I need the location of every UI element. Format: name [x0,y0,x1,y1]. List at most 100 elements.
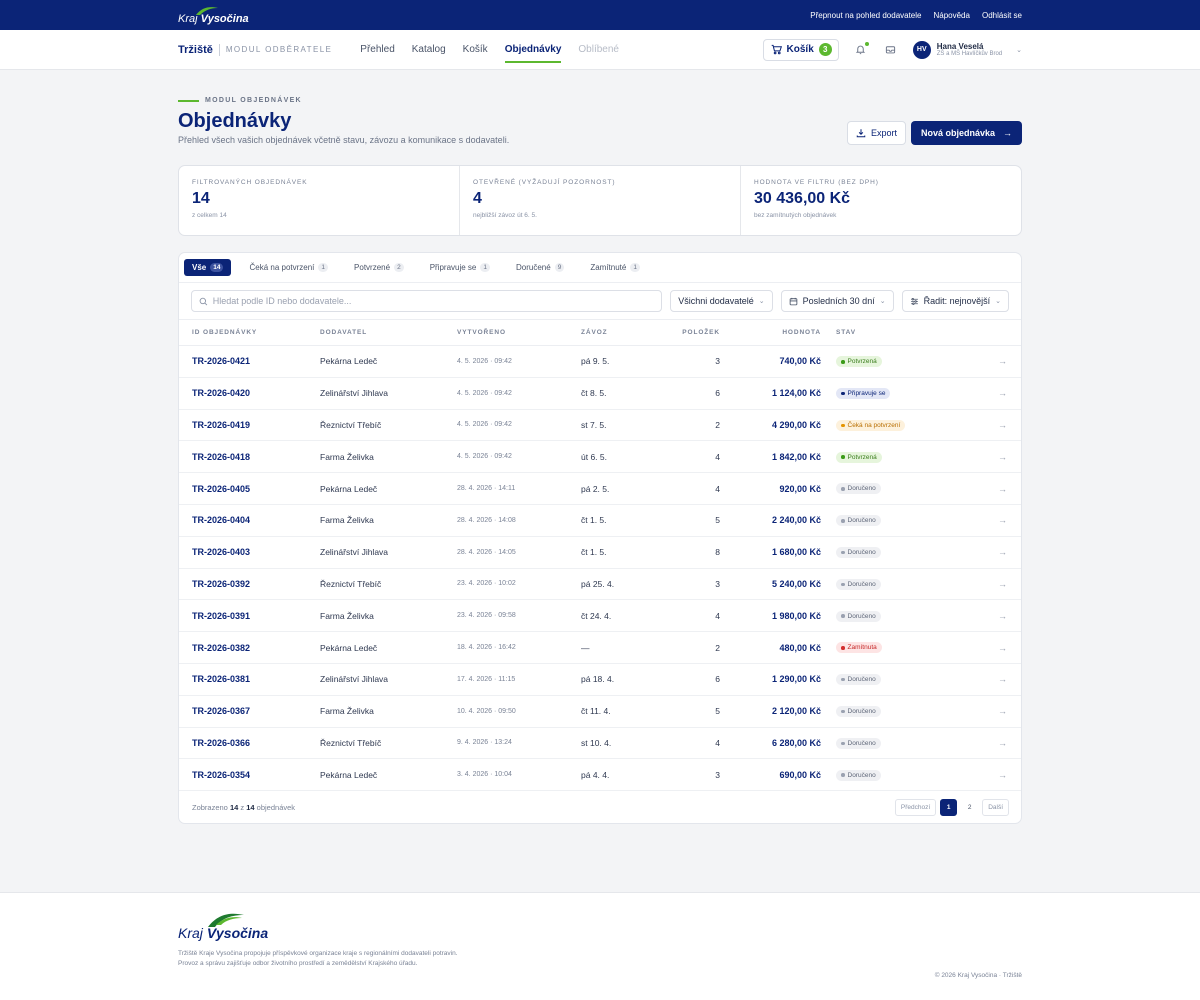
col-supplier[interactable]: DODAVATEL [320,319,457,346]
order-id-link[interactable]: TR-2026-0421 [179,345,320,378]
supplier-select[interactable]: Všichni dodavatelé ⌄ [670,290,773,312]
table-row[interactable]: TR-2026-0421 Pekárna Ledeč 4. 5. 2026 · … [179,345,1021,378]
page-2-button[interactable]: 2 [961,799,978,816]
table-row[interactable]: TR-2026-0392 Řeznictví Třebíč 23. 4. 202… [179,568,1021,601]
col-items[interactable]: POLOŽEK [663,319,720,346]
row-arrow-icon[interactable]: → [941,599,1021,633]
tab-potvrzene[interactable]: Potvrzené 2 [346,259,412,276]
order-created: 28. 4. 2026 · 14:08 [457,504,581,537]
table-row[interactable]: TR-2026-0405 Pekárna Ledeč 28. 4. 2026 ·… [179,472,1021,505]
tab-vse[interactable]: Vše 14 [184,259,232,276]
col-created[interactable]: VYTVOŘENO [457,319,581,346]
row-arrow-icon[interactable]: → [941,504,1021,537]
status-dot [841,455,845,459]
table-row[interactable]: TR-2026-0381 Zelinářství Jihlava 17. 4. … [179,663,1021,696]
status-label: Doručeno [847,708,876,716]
export-button[interactable]: Export [846,121,906,145]
prev-page-button[interactable]: Předchozí [894,798,937,816]
table-row[interactable]: TR-2026-0404 Farma Želivka 28. 4. 2026 ·… [179,504,1021,537]
order-id-link[interactable]: TR-2026-0382 [179,631,320,664]
tab-dorucene[interactable]: Doručené 9 [508,259,572,276]
order-items: 2 [663,631,720,664]
logout-link[interactable]: Odhlásit se [982,11,1022,20]
bell-icon [856,45,866,55]
col-id[interactable]: ID OBJEDNÁVKY [179,319,320,346]
nav-item-katalog[interactable]: Katalog [412,30,446,70]
table-row[interactable]: TR-2026-0419 Řeznictví Třebíč 4. 5. 2026… [179,409,1021,442]
tab-pripravuji[interactable]: Připravuje se 1 [422,259,498,276]
next-page-button[interactable]: Další [982,798,1009,816]
order-id-link[interactable]: TR-2026-0392 [179,568,320,601]
order-supplier: Farma Želivka [320,440,457,474]
navbar-right: Košík 3 HV Hana Veselá ZŠ a MŠ Havlíčkův… [762,38,1022,61]
brand-title[interactable]: Tržiště [178,44,213,56]
table-row[interactable]: TR-2026-0391 Farma Želivka 23. 4. 2026 ·… [179,599,1021,633]
row-arrow-icon[interactable]: → [941,377,1021,410]
table-row[interactable]: TR-2026-0354 Pekárna Ledeč 3. 4. 2026 · … [179,758,1021,792]
row-arrow-icon[interactable]: → [941,631,1021,664]
table-row[interactable]: TR-2026-0403 Zelinářství Jihlava 28. 4. … [179,536,1021,569]
row-arrow-icon[interactable]: → [941,568,1021,601]
notifications-button[interactable] [853,41,869,58]
col-value[interactable]: HODNOTA [720,319,821,346]
order-id-link[interactable]: TR-2026-0419 [179,409,320,442]
order-id-link[interactable]: TR-2026-0418 [179,440,320,474]
row-arrow-icon[interactable]: → [941,345,1021,378]
status-dot [841,487,845,491]
row-arrow-icon[interactable]: → [941,409,1021,442]
arrow-right-icon: → [1003,128,1012,138]
row-arrow-icon[interactable]: → [941,440,1021,474]
eyebrow-text: MODUL OBJEDNÁVEK [205,97,302,104]
col-status[interactable]: STAV [821,319,941,346]
help-link[interactable]: Nápověda [933,11,969,20]
nav-item-objednavky[interactable]: Objednávky [504,30,561,70]
nav-item-oblibene[interactable]: Oblíbené [578,30,619,70]
row-arrow-icon[interactable]: → [941,695,1021,728]
order-value: 480,00 Kč [720,631,821,664]
shown-count: Zobrazeno 14 z 14 objednávek [192,803,295,812]
row-arrow-icon[interactable]: → [941,663,1021,696]
order-id-link[interactable]: TR-2026-0404 [179,504,320,537]
order-id-link[interactable]: TR-2026-0366 [179,727,320,760]
status-dot [841,360,845,364]
order-id-link[interactable]: TR-2026-0367 [179,695,320,728]
status-badge: Doručeno [836,483,881,495]
period-select[interactable]: Posledních 30 dní ⌄ [780,290,894,312]
row-arrow-icon[interactable]: → [941,472,1021,505]
row-arrow-icon[interactable]: → [941,758,1021,792]
table-row[interactable]: TR-2026-0418 Farma Želivka 4. 5. 2026 · … [179,440,1021,474]
switch-to-supplier-link[interactable]: Přepnout na pohled dodavatele [810,11,921,20]
table-row[interactable]: TR-2026-0366 Řeznictví Třebíč 9. 4. 2026… [179,727,1021,760]
nav-item-prehled[interactable]: Přehled [360,30,394,70]
messages-button[interactable] [883,42,899,58]
order-supplier: Zelinářství Jihlava [320,536,457,569]
order-id-link[interactable]: TR-2026-0381 [179,663,320,696]
sort-select[interactable]: Řadit: nejnovější ⌄ [901,290,1009,312]
nav-item-kosik[interactable]: Košík [463,30,488,70]
table-row[interactable]: TR-2026-0420 Zelinářství Jihlava 4. 5. 2… [179,377,1021,410]
search-input[interactable] [212,296,655,306]
footer-logo[interactable]: Kraj Vysočina [178,911,1022,941]
tab-zamitnute[interactable]: Zamítnuté 1 [582,259,648,276]
order-value: 740,00 Kč [720,345,821,378]
table-row[interactable]: TR-2026-0367 Farma Želivka 10. 4. 2026 ·… [179,695,1021,728]
status-dot [841,391,845,396]
kraj-vysocina-logo[interactable]: Kraj Vysočina [178,5,249,25]
row-arrow-icon[interactable]: → [941,727,1021,760]
order-id-link[interactable]: TR-2026-0354 [179,758,320,792]
cart-button[interactable]: Košík 3 [762,38,839,61]
order-id-link[interactable]: TR-2026-0420 [179,377,320,410]
new-order-button[interactable]: Nová objednávka → [910,121,1022,145]
cart-count-badge: 3 [818,43,832,56]
table-row[interactable]: TR-2026-0382 Pekárna Ledeč 18. 4. 2026 ·… [179,631,1021,664]
tab-ceka[interactable]: Čeká na potvrzení 1 [241,259,336,276]
user-menu[interactable]: HV Hana Veselá ZŠ a MŠ Havlíčkův Brod ⌄ [912,40,1022,59]
row-arrow-icon[interactable]: → [941,536,1021,569]
order-supplier: Zelinářství Jihlava [320,377,457,410]
tab-count: 9 [554,263,565,272]
order-id-link[interactable]: TR-2026-0405 [179,472,320,505]
page-1-button[interactable]: 1 [940,798,958,816]
order-id-link[interactable]: TR-2026-0403 [179,536,320,569]
order-id-link[interactable]: TR-2026-0391 [179,599,320,633]
col-delivery[interactable]: ZÁVOZ [581,319,663,346]
